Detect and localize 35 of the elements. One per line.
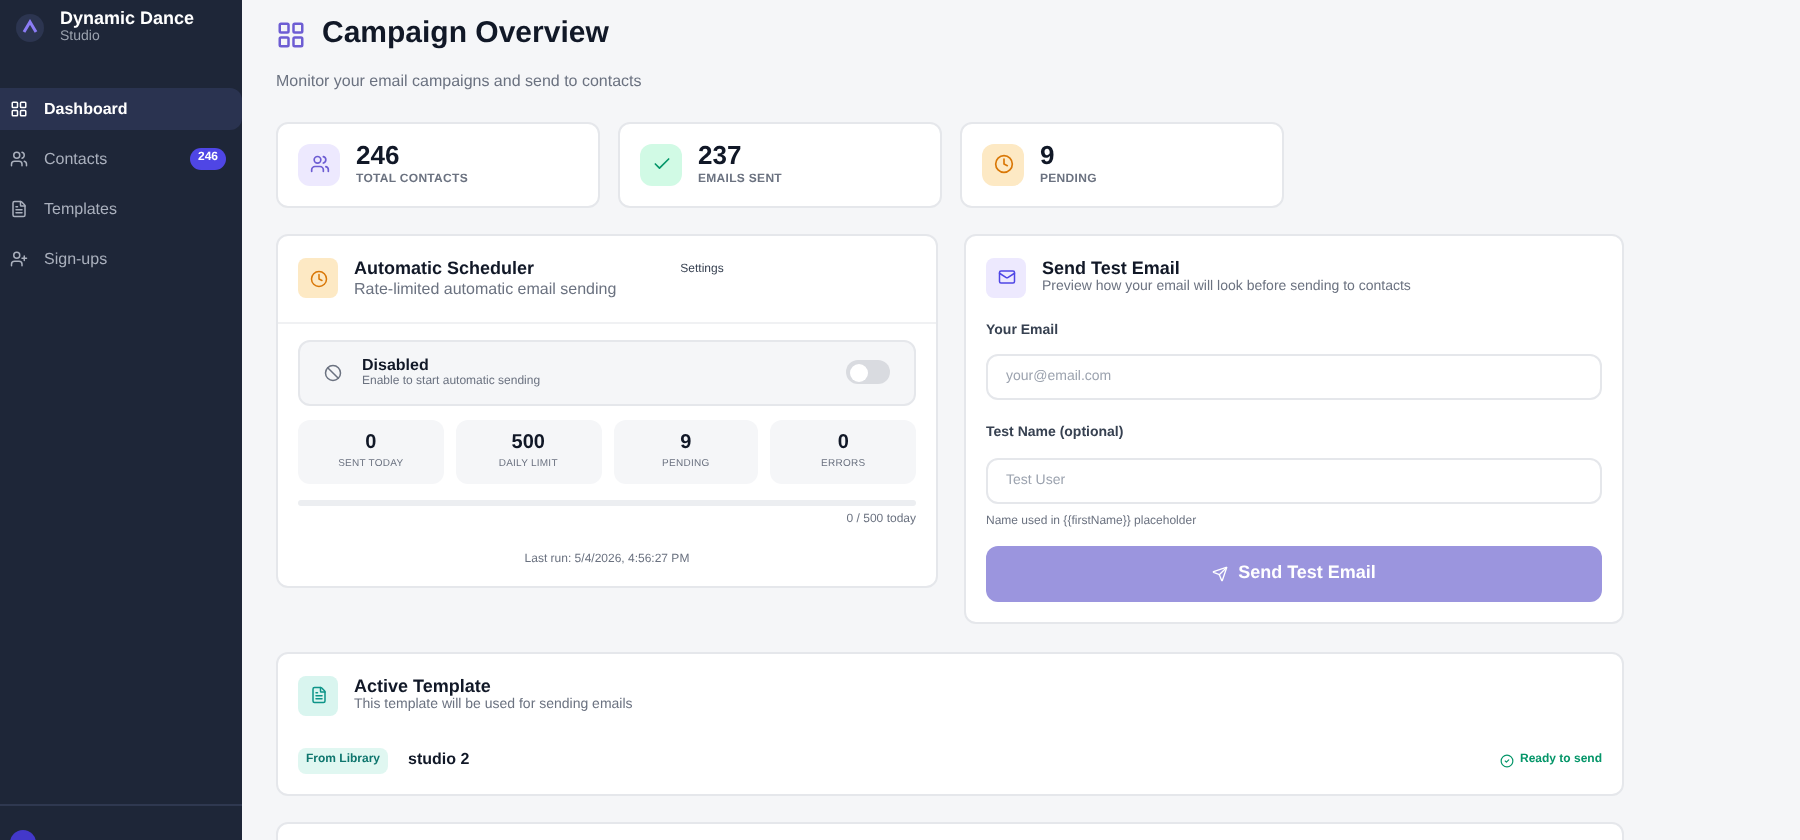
card-title: Send Test Email [1042, 257, 1182, 279]
check-icon [651, 154, 671, 174]
stat-value: 9 [1040, 142, 1057, 168]
metric-value: 0 [837, 433, 849, 454]
blocked-icon [324, 363, 342, 382]
grid-icon [276, 19, 306, 50]
page-title: Campaign Overview [322, 14, 609, 54]
card-subtitle: Rate-limited automatic email sending [354, 279, 617, 300]
logo-icon [16, 14, 44, 42]
card-title: Automatic Scheduler [354, 257, 537, 280]
users-icon [309, 154, 329, 174]
page-subtitle: Monitor your email campaigns and send to contacts [276, 69, 644, 93]
sidebar-item[interactable]: Dashboard [0, 88, 242, 130]
signups-icon [10, 250, 28, 268]
stat-value: 237 [698, 142, 744, 168]
metric-value: 0 [365, 433, 377, 454]
templates-icon [10, 200, 28, 218]
document-icon [309, 686, 327, 704]
status-title: Disabled [362, 355, 431, 375]
template-name: studio 2 [408, 748, 472, 772]
metric-value: 500 [511, 433, 545, 454]
check-circle-icon [1499, 753, 1514, 767]
card-title: Active Template [354, 675, 493, 696]
toggle-switch[interactable] [846, 360, 890, 385]
dashboard-icon [10, 100, 28, 118]
sidebar-item[interactable]: Templates [0, 188, 242, 230]
brand-name: Dynamic Dance [60, 8, 195, 30]
metric-value: 9 [680, 433, 692, 454]
clock-icon [993, 154, 1013, 174]
mail-icon [997, 268, 1015, 286]
send-icon [1212, 565, 1229, 581]
stat-value: 246 [356, 142, 402, 168]
contacts-icon [10, 150, 28, 168]
clock-icon [309, 269, 327, 288]
sidebar-item[interactable]: Sign-ups [0, 238, 242, 280]
